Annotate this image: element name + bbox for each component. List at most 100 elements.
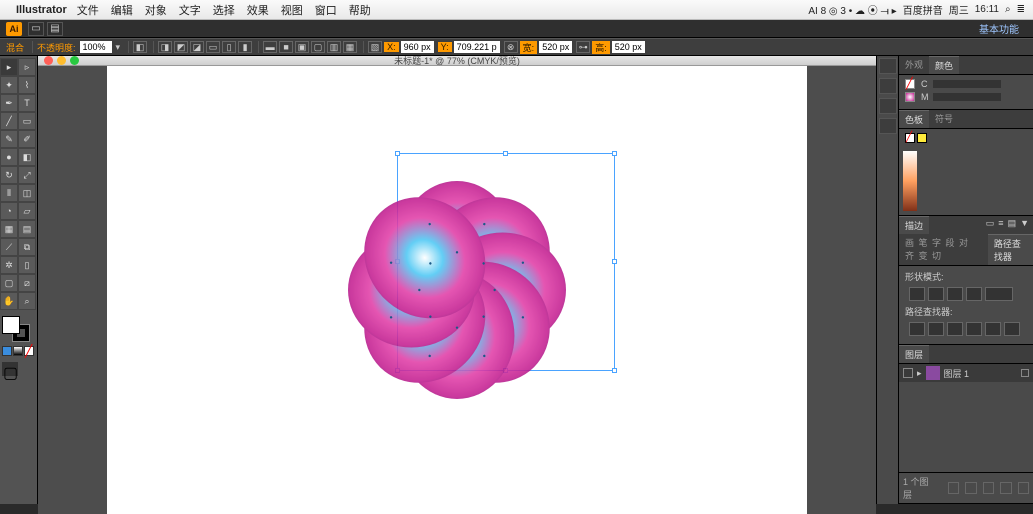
workspace-switcher[interactable]: 基本功能 bbox=[979, 21, 1019, 36]
shape-minus[interactable] bbox=[928, 287, 944, 301]
menu-file[interactable]: 文件 bbox=[77, 2, 99, 18]
menu-window[interactable]: 窗口 bbox=[315, 2, 337, 18]
h-field[interactable]: 520 px bbox=[612, 41, 645, 53]
menu-help[interactable]: 帮助 bbox=[349, 2, 371, 18]
tab-symbols[interactable]: 符号 bbox=[929, 110, 959, 128]
c-slider[interactable] bbox=[933, 80, 1001, 88]
free-transform-tool[interactable]: ◫ bbox=[18, 184, 36, 202]
pf-trim[interactable] bbox=[928, 322, 944, 336]
distrib-5-icon[interactable]: ▥ bbox=[327, 41, 341, 53]
perspective-tool[interactable]: ▱ bbox=[18, 202, 36, 220]
tab-swatches[interactable]: 色板 bbox=[899, 110, 929, 128]
type-tool[interactable]: T bbox=[18, 94, 36, 112]
lasso-tool[interactable]: ⌇ bbox=[18, 76, 36, 94]
direct-select-tool[interactable]: ▹ bbox=[18, 58, 36, 76]
dock-brushes-icon[interactable] bbox=[879, 98, 897, 114]
stroke-icon-1[interactable]: ▭ bbox=[986, 218, 995, 232]
hand-tool[interactable]: ✋ bbox=[0, 292, 18, 310]
align-vcenter-icon[interactable]: ▯ bbox=[222, 41, 236, 53]
artboard-tool[interactable]: ▢ bbox=[0, 274, 18, 292]
x-field[interactable]: 960 px bbox=[401, 41, 434, 53]
color-mode-none[interactable]: ╱ bbox=[24, 346, 34, 356]
slice-tool[interactable]: ⧄ bbox=[18, 274, 36, 292]
tab-stroke[interactable]: 描边 bbox=[899, 216, 929, 234]
menu-edit[interactable]: 编辑 bbox=[111, 2, 133, 18]
pf-minusback[interactable] bbox=[1004, 322, 1020, 336]
tab-color[interactable]: 颜色 bbox=[929, 56, 959, 74]
stroke-icon-4[interactable]: ▼ bbox=[1020, 218, 1029, 232]
magic-wand-tool[interactable]: ✦ bbox=[0, 76, 18, 94]
delete-layer-icon[interactable] bbox=[1018, 482, 1029, 494]
tab-pathfinder[interactable]: 路径查找器 bbox=[988, 234, 1033, 265]
gradient-preview[interactable] bbox=[903, 151, 917, 211]
search-icon[interactable]: ⌕ bbox=[1005, 4, 1011, 15]
zoom-tool[interactable]: ⌕ bbox=[18, 292, 36, 310]
swatch-yellow[interactable] bbox=[917, 133, 927, 143]
new-layer-icon[interactable] bbox=[1000, 482, 1011, 494]
stroke-icon-2[interactable]: ≡ bbox=[998, 218, 1003, 232]
shape-exclude[interactable] bbox=[966, 287, 982, 301]
distrib-2-icon[interactable]: ■ bbox=[279, 41, 293, 53]
make-clip-icon[interactable] bbox=[965, 482, 976, 494]
color-mode-gradient[interactable] bbox=[13, 346, 23, 356]
blend-tool[interactable]: ⧉ bbox=[18, 238, 36, 256]
align-right-icon[interactable]: ◪ bbox=[190, 41, 204, 53]
fill-color-swatch[interactable] bbox=[2, 316, 20, 334]
layer-visibility-toggle[interactable] bbox=[903, 368, 913, 378]
pf-outline[interactable] bbox=[985, 322, 1001, 336]
layer-target-icon[interactable] bbox=[1021, 369, 1029, 377]
dock-symbols-icon[interactable] bbox=[879, 118, 897, 134]
pf-divide[interactable] bbox=[909, 322, 925, 336]
lock-ratio-icon[interactable]: ⊶ bbox=[576, 41, 590, 53]
transform-icon[interactable]: ▧ bbox=[368, 41, 382, 53]
width-tool[interactable]: ⫴ bbox=[0, 184, 18, 202]
pathfinder-mini-tabs[interactable]: 画 笔 字 段 对 齐 变 切 bbox=[899, 234, 988, 265]
list-icon[interactable]: ≣ bbox=[1017, 4, 1025, 15]
menu-object[interactable]: 对象 bbox=[145, 2, 167, 18]
menu-effect[interactable]: 效果 bbox=[247, 2, 269, 18]
dock-color-icon[interactable] bbox=[879, 58, 897, 74]
arrange-docs-button[interactable]: ▤ bbox=[47, 22, 63, 36]
rect-tool[interactable]: ▭ bbox=[18, 112, 36, 130]
align-hcenter-icon[interactable]: ◩ bbox=[174, 41, 188, 53]
ime-indicator[interactable]: 百度拼音 bbox=[903, 2, 943, 17]
scale-tool[interactable]: ⤢ bbox=[18, 166, 36, 184]
none-icon[interactable]: ╱ bbox=[905, 79, 915, 89]
line-tool[interactable]: ╱ bbox=[0, 112, 18, 130]
color-mode-solid[interactable] bbox=[2, 346, 12, 356]
stroke-icon-3[interactable]: ▤ bbox=[1008, 218, 1017, 232]
locate-layer-icon[interactable] bbox=[948, 482, 959, 494]
link-wh-icon[interactable]: ⊗ bbox=[504, 41, 518, 53]
graph-tool[interactable]: ▯ bbox=[18, 256, 36, 274]
symbol-spray-tool[interactable]: ✲ bbox=[0, 256, 18, 274]
selection-tool[interactable]: ▸ bbox=[0, 58, 18, 76]
align-left-icon[interactable]: ◨ bbox=[158, 41, 172, 53]
eyedropper-tool[interactable]: ⟋ bbox=[0, 238, 18, 256]
eraser-tool[interactable]: ◧ bbox=[18, 148, 36, 166]
w-field[interactable]: 520 px bbox=[539, 41, 572, 53]
pen-tool[interactable]: ✒ bbox=[0, 94, 18, 112]
distrib-4-icon[interactable]: ▢ bbox=[311, 41, 325, 53]
tab-appearance[interactable]: 外观 bbox=[899, 56, 929, 74]
shape-builder-tool[interactable]: ◔ bbox=[0, 202, 18, 220]
artboard[interactable] bbox=[107, 66, 807, 514]
distrib-1-icon[interactable]: ▬ bbox=[263, 41, 277, 53]
bridge-button[interactable]: ▭ bbox=[28, 22, 44, 36]
menu-view[interactable]: 视图 bbox=[281, 2, 303, 18]
screen-mode-button[interactable]: ▢ bbox=[2, 362, 18, 376]
dock-swatches-icon[interactable] bbox=[879, 78, 897, 94]
layer-row[interactable]: ▸ 图层 1 bbox=[899, 364, 1033, 382]
mesh-tool[interactable]: ▦ bbox=[0, 220, 18, 238]
rotate-tool[interactable]: ↻ bbox=[0, 166, 18, 184]
pf-merge[interactable] bbox=[947, 322, 963, 336]
canvas-area[interactable] bbox=[38, 66, 876, 514]
m-slider[interactable] bbox=[933, 93, 1001, 101]
minimize-window-button[interactable] bbox=[57, 56, 66, 65]
swatch-none[interactable]: ╱ bbox=[905, 133, 915, 143]
brush-tool[interactable]: ✎ bbox=[0, 130, 18, 148]
align-top-icon[interactable]: ▭ bbox=[206, 41, 220, 53]
distrib-3-icon[interactable]: ▣ bbox=[295, 41, 309, 53]
new-sublayer-icon[interactable] bbox=[983, 482, 994, 494]
align-icon[interactable]: ◧ bbox=[133, 41, 147, 53]
zoom-window-button[interactable] bbox=[70, 56, 79, 65]
